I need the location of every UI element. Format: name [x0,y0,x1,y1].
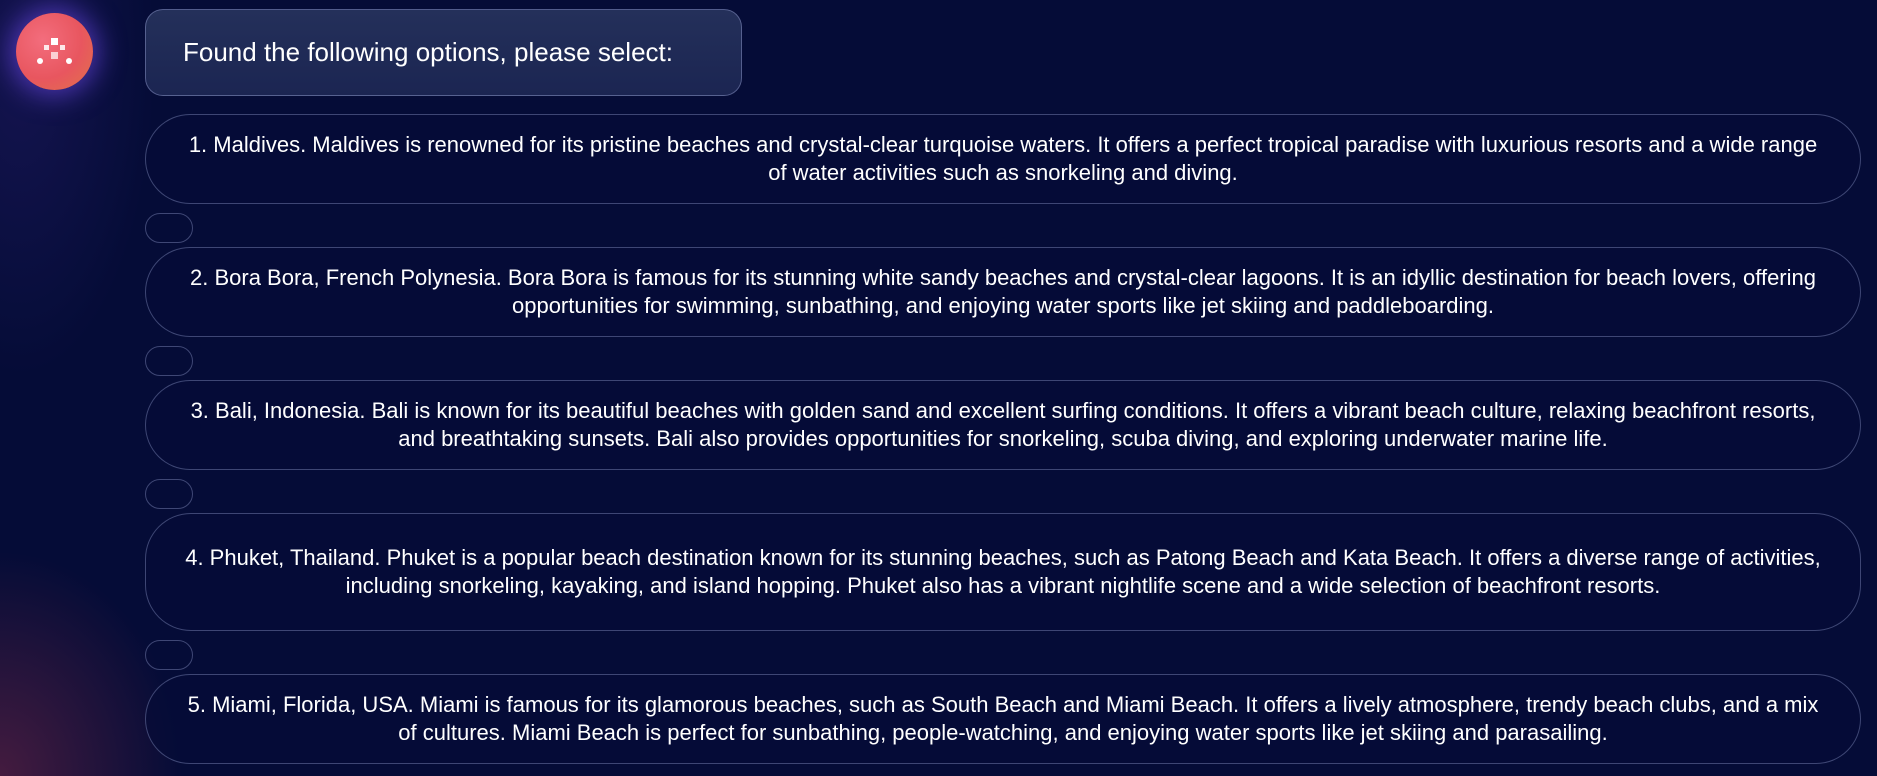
option-5-button[interactable]: 5. Miami, Florida, USA. Miami is famous … [145,674,1861,764]
option-1-button[interactable]: 1. Maldives. Maldives is renowned for it… [145,114,1861,204]
option-4-text: 4. Phuket, Thailand. Phuket is a popular… [185,545,1821,598]
option-3-action-pill[interactable] [145,479,193,509]
option-2-action-pill[interactable] [145,346,193,376]
option-2-button[interactable]: 2. Bora Bora, French Polynesia. Bora Bor… [145,247,1861,337]
option-5-text: 5. Miami, Florida, USA. Miami is famous … [187,692,1819,745]
message-header-bubble: Found the following options, please sele… [145,9,742,96]
option-1-text: 1. Maldives. Maldives is renowned for it… [188,132,1818,185]
option-4-action-pill[interactable] [145,640,193,670]
option-1-action-pill[interactable] [145,213,193,243]
option-3-text: 3. Bali, Indonesia. Bali is known for it… [190,398,1816,451]
chat-page: Found the following options, please sele… [0,0,1877,776]
option-4-button[interactable]: 4. Phuket, Thailand. Phuket is a popular… [145,513,1861,631]
option-3-button[interactable]: 3. Bali, Indonesia. Bali is known for it… [145,380,1861,470]
assistant-logo-icon [37,38,72,64]
option-2-text: 2. Bora Bora, French Polynesia. Bora Bor… [190,265,1816,318]
message-header-text: Found the following options, please sele… [183,37,673,67]
assistant-avatar [16,13,93,90]
